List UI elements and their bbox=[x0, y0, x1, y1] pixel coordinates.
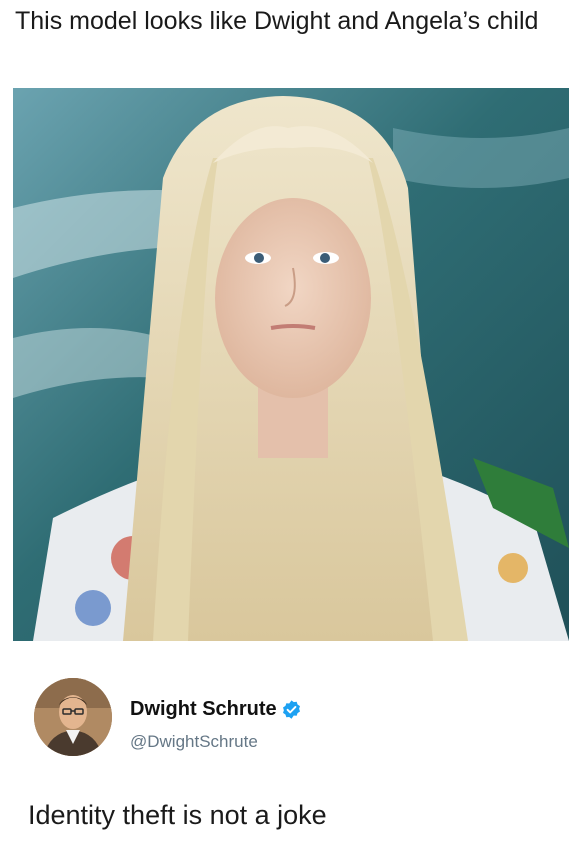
display-name[interactable]: Dwight Schrute bbox=[130, 698, 277, 721]
tweet-card: Dwight Schrute @DwightSchrute Identity t… bbox=[0, 664, 582, 856]
profile-avatar[interactable] bbox=[34, 678, 112, 756]
post-caption: This model looks like Dwight and Angela’… bbox=[15, 7, 539, 35]
user-handle[interactable]: @DwightSchrute bbox=[130, 732, 258, 752]
model-photo[interactable] bbox=[13, 88, 569, 641]
model-portrait-image bbox=[13, 88, 569, 641]
tweet-text: Identity theft is not a joke bbox=[28, 800, 327, 830]
display-name-row[interactable]: Dwight Schrute bbox=[130, 698, 302, 721]
avatar-image bbox=[34, 678, 112, 756]
verified-badge-icon bbox=[281, 699, 302, 720]
